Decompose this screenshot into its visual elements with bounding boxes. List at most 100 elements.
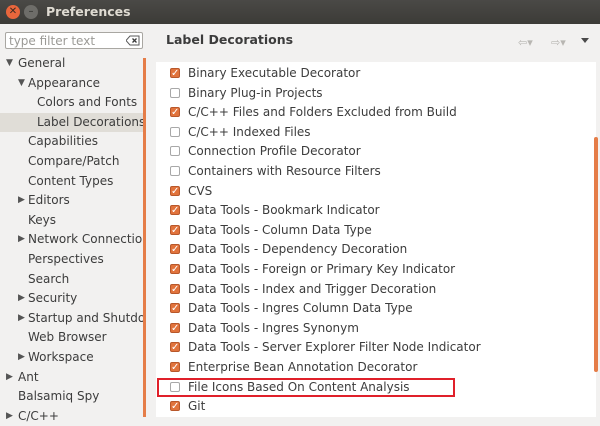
- decorator-label: Binary Plug-in Projects: [188, 85, 323, 100]
- collapsed-twisty-icon[interactable]: ▶: [18, 309, 25, 328]
- decorator-label: Data Tools - Ingres Column Data Type: [188, 301, 413, 316]
- tree-item[interactable]: Perspectives: [0, 250, 146, 269]
- decorator-item[interactable]: Data Tools - Index and Trigger Decoratio…: [156, 280, 596, 299]
- unchecked-checkbox[interactable]: [170, 166, 180, 176]
- tree-item[interactable]: ▼ General: [0, 54, 146, 73]
- tree-item-label: Editors: [28, 193, 70, 208]
- tree-item[interactable]: Web Browser: [0, 328, 146, 347]
- tree-item-label: Workspace: [28, 350, 94, 364]
- expanded-twisty-icon[interactable]: ▼: [6, 54, 13, 73]
- decorator-item[interactable]: Binary Plug-in Projects: [156, 84, 596, 103]
- tree-item-label: Label Decorations: [37, 114, 146, 129]
- tree-item[interactable]: Search: [0, 270, 146, 289]
- tree-item-label: Ant: [18, 369, 39, 384]
- decorator-item[interactable]: Binary Executable Decorator: [156, 64, 596, 83]
- decorator-label: Containers with Resource Filters: [188, 164, 381, 178]
- checked-checkbox[interactable]: [170, 64, 180, 83]
- decorator-item[interactable]: Enterprise Bean Annotation Decorator: [156, 358, 596, 377]
- filter-input[interactable]: type filter text: [5, 32, 143, 49]
- tree-item[interactable]: Compare/Patch: [0, 152, 146, 171]
- expanded-twisty-icon[interactable]: ▼: [18, 74, 25, 93]
- tree-item[interactable]: ▼ Appearance: [0, 74, 146, 93]
- checked-checkbox[interactable]: [170, 280, 180, 299]
- decorator-label: Enterprise Bean Annotation Decorator: [188, 360, 418, 374]
- decorator-label: Binary Executable Decorator: [188, 66, 361, 80]
- tree-item[interactable]: Colors and Fonts: [0, 93, 146, 112]
- checked-checkbox[interactable]: [170, 182, 180, 201]
- view-menu-icon[interactable]: [581, 38, 589, 43]
- tree-item-label: Keys: [28, 212, 57, 227]
- checked-checkbox[interactable]: [170, 338, 180, 357]
- tree-item-label: Security: [28, 291, 78, 306]
- tree-item[interactable]: ▶ Security: [0, 289, 146, 308]
- decorator-item[interactable]: Git: [156, 397, 596, 416]
- title-bar: ✕ – Preferences: [0, 0, 600, 24]
- close-window-button[interactable]: ✕: [6, 5, 20, 19]
- tree-item-label: Startup and Shutdown: [28, 310, 146, 325]
- tree-item[interactable]: Keys: [0, 211, 146, 230]
- unchecked-checkbox[interactable]: [170, 87, 180, 98]
- decorator-item[interactable]: CVS: [156, 182, 596, 201]
- decorator-label: Data Tools - Bookmark Indicator: [188, 203, 380, 218]
- back-icon[interactable]: ⇦▾: [518, 36, 533, 49]
- checked-checkbox[interactable]: [170, 397, 180, 416]
- collapsed-twisty-icon[interactable]: ▶: [6, 368, 13, 387]
- clear-filter-icon[interactable]: [126, 35, 140, 46]
- tree-item[interactable]: Balsamiq Spy: [0, 387, 146, 406]
- tree-item[interactable]: Label Decorations: [0, 112, 146, 132]
- decorator-label: Data Tools - Foreign or Primary Key Indi…: [188, 262, 456, 276]
- checked-checkbox[interactable]: [170, 299, 180, 318]
- list-scrollbar-thumb[interactable]: [594, 137, 598, 372]
- page-title: Label Decorations: [166, 32, 294, 47]
- unchecked-checkbox[interactable]: [170, 146, 180, 157]
- decorator-item[interactable]: Connection Profile Decorator: [156, 142, 596, 161]
- forward-icon[interactable]: ⇨▾: [551, 36, 566, 49]
- collapsed-twisty-icon[interactable]: ▶: [6, 407, 13, 426]
- window-title: Preferences: [46, 4, 131, 19]
- checked-checkbox[interactable]: [170, 221, 180, 240]
- decorator-item[interactable]: Containers with Resource Filters: [156, 162, 596, 181]
- decorator-item[interactable]: Data Tools - Server Explorer Filter Node…: [156, 338, 596, 357]
- tree-item-label: Network Connections: [28, 232, 146, 247]
- checked-checkbox[interactable]: [170, 240, 180, 259]
- tree-item[interactable]: Capabilities: [0, 132, 146, 151]
- decorator-label: CVS: [188, 183, 213, 198]
- tree-item-label: Appearance: [28, 75, 101, 90]
- checked-checkbox[interactable]: [170, 319, 180, 338]
- tree-item[interactable]: ▶ C/C++: [0, 407, 146, 426]
- tree-item[interactable]: ▶ Workspace: [0, 348, 146, 367]
- checked-checkbox[interactable]: [170, 201, 180, 220]
- collapsed-twisty-icon[interactable]: ▶: [18, 348, 25, 367]
- tree-item-label: C/C++: [18, 408, 59, 423]
- tree-scrollbar[interactable]: [143, 58, 146, 417]
- collapsed-twisty-icon[interactable]: ▶: [18, 191, 25, 210]
- decorator-item[interactable]: Data Tools - Ingres Column Data Type: [156, 299, 596, 318]
- checked-checkbox[interactable]: [170, 103, 180, 122]
- tree-item[interactable]: Content Types: [0, 172, 146, 191]
- decorator-item[interactable]: C/C++ Files and Folders Excluded from Bu…: [156, 103, 596, 122]
- tree-item-label: Perspectives: [28, 252, 104, 266]
- checked-checkbox[interactable]: [170, 358, 180, 377]
- decorator-item[interactable]: Data Tools - Ingres Synonym: [156, 319, 596, 338]
- minimize-window-button[interactable]: –: [24, 5, 38, 19]
- decorator-item[interactable]: Data Tools - Column Data Type: [156, 221, 596, 240]
- collapsed-twisty-icon[interactable]: ▶: [18, 289, 25, 308]
- tree-item[interactable]: ▶ Network Connections: [0, 230, 146, 249]
- tree-item[interactable]: ▶ Editors: [0, 191, 146, 210]
- collapsed-twisty-icon[interactable]: ▶: [18, 230, 25, 249]
- decorator-label: Data Tools - Dependency Decoration: [188, 242, 408, 257]
- decorator-label: Data Tools - Index and Trigger Decoratio…: [188, 281, 437, 296]
- decorator-item[interactable]: C/C++ Indexed Files: [156, 123, 596, 142]
- unchecked-checkbox[interactable]: [170, 126, 180, 137]
- decorator-item[interactable]: Data Tools - Bookmark Indicator: [156, 201, 596, 220]
- tree-item[interactable]: ▶Startup and Shutdown: [0, 309, 146, 328]
- decorator-item[interactable]: Data Tools - Dependency Decoration: [156, 240, 596, 259]
- decorator-item[interactable]: Data Tools - Foreign or Primary Key Indi…: [156, 260, 596, 279]
- tree-item[interactable]: ▶ Ant: [0, 368, 146, 387]
- decorator-label: Connection Profile Decorator: [188, 144, 361, 159]
- list-scrollbar[interactable]: [594, 62, 599, 417]
- checked-checkbox[interactable]: [170, 260, 180, 279]
- tree-item-label: Content Types: [28, 173, 114, 188]
- tree-item-label: Compare/Patch: [28, 154, 120, 168]
- preferences-navigation: type filter text ▼ General ▼ Appearance Colo…: [0, 24, 150, 423]
